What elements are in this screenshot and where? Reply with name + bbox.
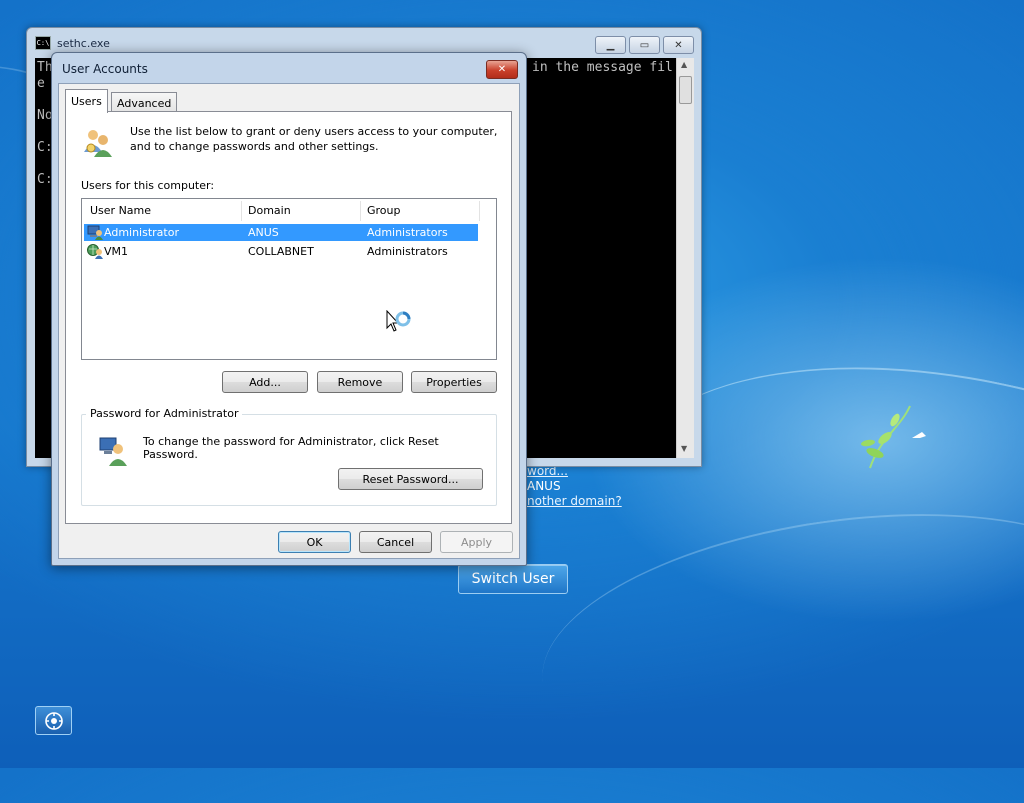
password-group-label: Password for Administrator xyxy=(86,407,243,420)
users-group-icon xyxy=(84,130,112,157)
add-button[interactable]: Add... xyxy=(222,371,308,393)
console-title-bar: C:\ sethc.exe xyxy=(35,34,335,52)
intro-line-2: and to change passwords and other settin… xyxy=(130,140,379,153)
user-name-cell: Administrator xyxy=(104,226,179,239)
minimize-button[interactable]: ▁ xyxy=(595,36,626,54)
column-header-group[interactable]: Group xyxy=(361,201,480,221)
users-list[interactable]: User Name Domain Group Administrator ANU… xyxy=(81,198,497,360)
properties-button[interactable]: Properties xyxy=(411,371,497,393)
scroll-up-arrow-icon[interactable]: ▲ xyxy=(681,60,687,69)
apply-button[interactable]: Apply xyxy=(440,531,513,553)
dialog-close-button[interactable]: ✕ xyxy=(486,60,518,79)
ease-of-access-button[interactable] xyxy=(35,706,72,735)
tab-users[interactable]: Users xyxy=(65,89,108,113)
scrollbar-thumb[interactable] xyxy=(679,76,692,104)
user-accounts-dialog[interactable]: User Accounts ✕ Users Advanced Use the l… xyxy=(51,52,527,566)
ok-button[interactable]: OK xyxy=(278,531,351,553)
busy-cursor-icon xyxy=(386,310,411,332)
domain-user-icon xyxy=(87,244,103,259)
intro-text: Use the list below to grant or deny user… xyxy=(130,124,500,154)
group-cell: Administrators xyxy=(367,245,448,258)
maximize-button[interactable]: ▭ xyxy=(629,36,660,54)
column-header-domain[interactable]: Domain xyxy=(242,201,361,221)
password-instructions: To change the password for Administrator… xyxy=(143,435,439,461)
close-button[interactable]: ✕ xyxy=(663,36,694,54)
table-row[interactable]: VM1 COLLABNET Administrators xyxy=(84,243,478,260)
domain-cell: COLLABNET xyxy=(248,245,314,258)
logon-domain-text: ANUS xyxy=(527,479,561,493)
local-user-icon xyxy=(87,225,103,240)
remove-button[interactable]: Remove xyxy=(317,371,403,393)
console-scrollbar[interactable]: ▲ ▼ xyxy=(676,58,694,458)
table-row[interactable]: Administrator ANUS Administrators xyxy=(84,224,478,241)
wallpaper-leaf-icon xyxy=(861,405,926,469)
group-cell: Administrators xyxy=(367,226,448,239)
ease-of-access-icon xyxy=(44,711,63,730)
intro-line-1: Use the list below to grant or deny user… xyxy=(130,125,498,138)
dialog-client-area: Users Advanced Use the list below to gra… xyxy=(58,83,520,559)
user-name-cell: VM1 xyxy=(104,245,129,258)
column-header-user-name[interactable]: User Name xyxy=(84,201,242,221)
reset-password-button[interactable]: Reset Password... xyxy=(338,468,483,490)
command-prompt-icon: C:\ xyxy=(35,36,51,50)
tab-advanced[interactable]: Advanced xyxy=(111,92,178,113)
password-group: Password for Administrator To change the… xyxy=(81,407,497,506)
users-list-label: Users for this computer: xyxy=(81,179,215,192)
dialog-title: User Accounts xyxy=(62,62,148,76)
another-domain-link[interactable]: nother domain? xyxy=(527,494,622,508)
console-right-text: in the message fil xyxy=(532,60,673,75)
close-icon: ✕ xyxy=(497,64,507,75)
console-title: sethc.exe xyxy=(57,36,110,50)
users-tab-panel: Use the list below to grant or deny user… xyxy=(65,111,512,524)
scroll-down-arrow-icon[interactable]: ▼ xyxy=(681,444,687,453)
cancel-button[interactable]: Cancel xyxy=(359,531,432,553)
switch-user-button[interactable]: Switch User xyxy=(458,564,568,594)
user-icon xyxy=(99,437,127,466)
domain-cell: ANUS xyxy=(248,226,279,239)
